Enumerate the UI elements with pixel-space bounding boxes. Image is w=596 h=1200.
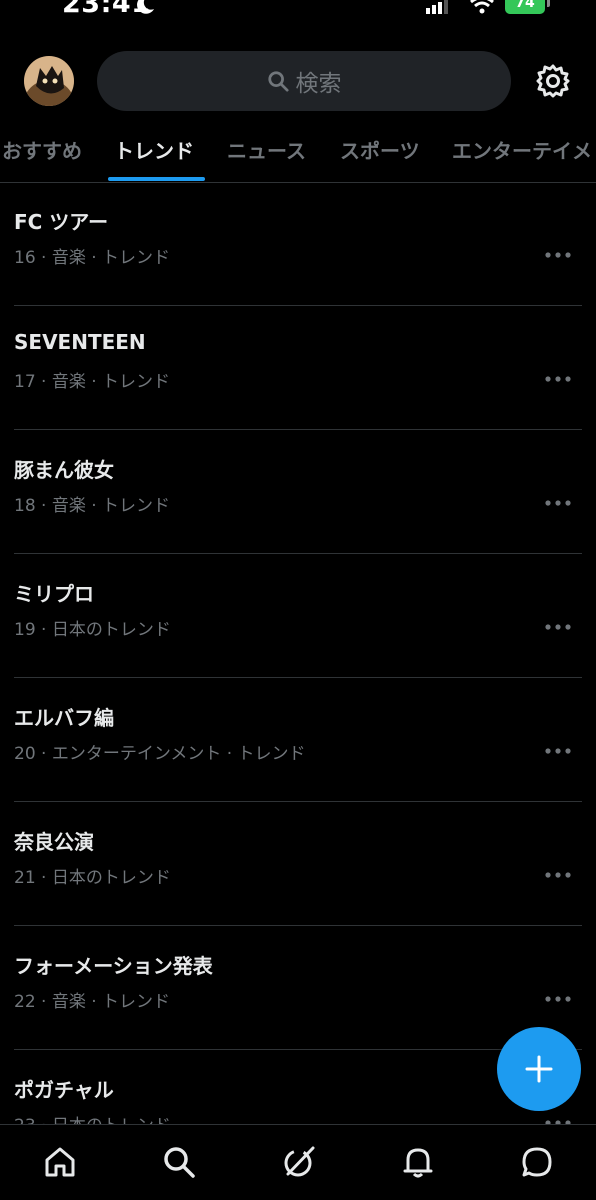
home-icon[interactable] (43, 1145, 77, 1179)
more-icon[interactable] (545, 500, 571, 506)
trend-meta: 19 · 日本のトレンド (14, 620, 171, 640)
trend-meta: 18 · 音楽 · トレンド (14, 496, 171, 516)
more-icon[interactable] (545, 996, 571, 1002)
trend-meta: 21 · 日本のトレンド (14, 868, 171, 888)
search-icon (267, 71, 289, 92)
trend-meta: 16 · 音楽 · トレンド (14, 248, 171, 268)
trend-item[interactable]: エルバフ編 20 · エンターテインメント · トレンド (0, 678, 596, 802)
active-tab-indicator (108, 177, 205, 181)
trend-title: 奈良公演 (14, 830, 94, 854)
tab-sports[interactable]: スポーツ (340, 135, 420, 164)
moon-icon (137, 0, 154, 14)
trend-title: FC ツアー (14, 210, 109, 234)
message-icon[interactable] (520, 1145, 554, 1179)
trend-item[interactable]: ミリプロ 19 · 日本のトレンド (0, 554, 596, 678)
trend-meta: 22 · 音楽 · トレンド (14, 992, 171, 1012)
trend-item[interactable]: フォーメーション発表 22 · 音楽 · トレンド (0, 926, 596, 1050)
search-placeholder: 検索 (295, 71, 342, 97)
bottom-nav (0, 1124, 596, 1200)
trend-title: SEVENTEEN (14, 330, 146, 354)
more-icon[interactable] (545, 748, 571, 754)
search-icon[interactable] (162, 1145, 196, 1179)
trend-title: フォーメーション発表 (14, 954, 213, 978)
more-icon[interactable] (545, 376, 571, 382)
signal-icon (426, 0, 448, 14)
trend-meta: 20 · エンターテインメント · トレンド (14, 744, 306, 764)
trend-item[interactable]: SEVENTEEN 17 · 音楽 · トレンド (0, 306, 596, 430)
tab-entertainment[interactable]: エンターテイメ (452, 135, 592, 164)
trend-title: エルバフ編 (14, 706, 114, 730)
trend-item[interactable]: FC ツアー 16 · 音楽 · トレンド (0, 182, 596, 306)
explore-tabs: おすすめ トレンド ニュース スポーツ エンターテイメ (0, 126, 596, 183)
trend-title: ポガチャル (14, 1078, 114, 1102)
more-icon[interactable] (545, 624, 571, 630)
trend-meta: 17 · 音楽 · トレンド (14, 372, 171, 392)
grok-icon[interactable] (282, 1145, 316, 1179)
plus-icon (525, 1055, 553, 1083)
avatar[interactable] (24, 56, 74, 106)
tab-trending[interactable]: トレンド (114, 135, 194, 164)
tab-news[interactable]: ニュース (227, 135, 306, 164)
battery-level: 74 (505, 0, 545, 14)
gear-icon[interactable] (535, 63, 571, 99)
search-input[interactable]: 検索 (97, 51, 511, 111)
more-icon[interactable] (545, 252, 571, 258)
tab-recommended[interactable]: おすすめ (2, 135, 82, 164)
compose-button[interactable] (497, 1027, 581, 1111)
avatar-image (24, 56, 74, 106)
wifi-icon (470, 0, 494, 14)
trend-item[interactable]: 豚まん彼女 18 · 音楽 · トレンド (0, 430, 596, 554)
trend-title: ミリプロ (14, 582, 94, 606)
status-bar: 23:41 74 (0, 0, 596, 22)
trend-title: 豚まん彼女 (14, 458, 114, 482)
trend-item[interactable]: 奈良公演 21 · 日本のトレンド (0, 802, 596, 926)
bell-icon[interactable] (401, 1145, 435, 1179)
more-icon[interactable] (545, 872, 571, 878)
battery-tip (547, 0, 550, 7)
